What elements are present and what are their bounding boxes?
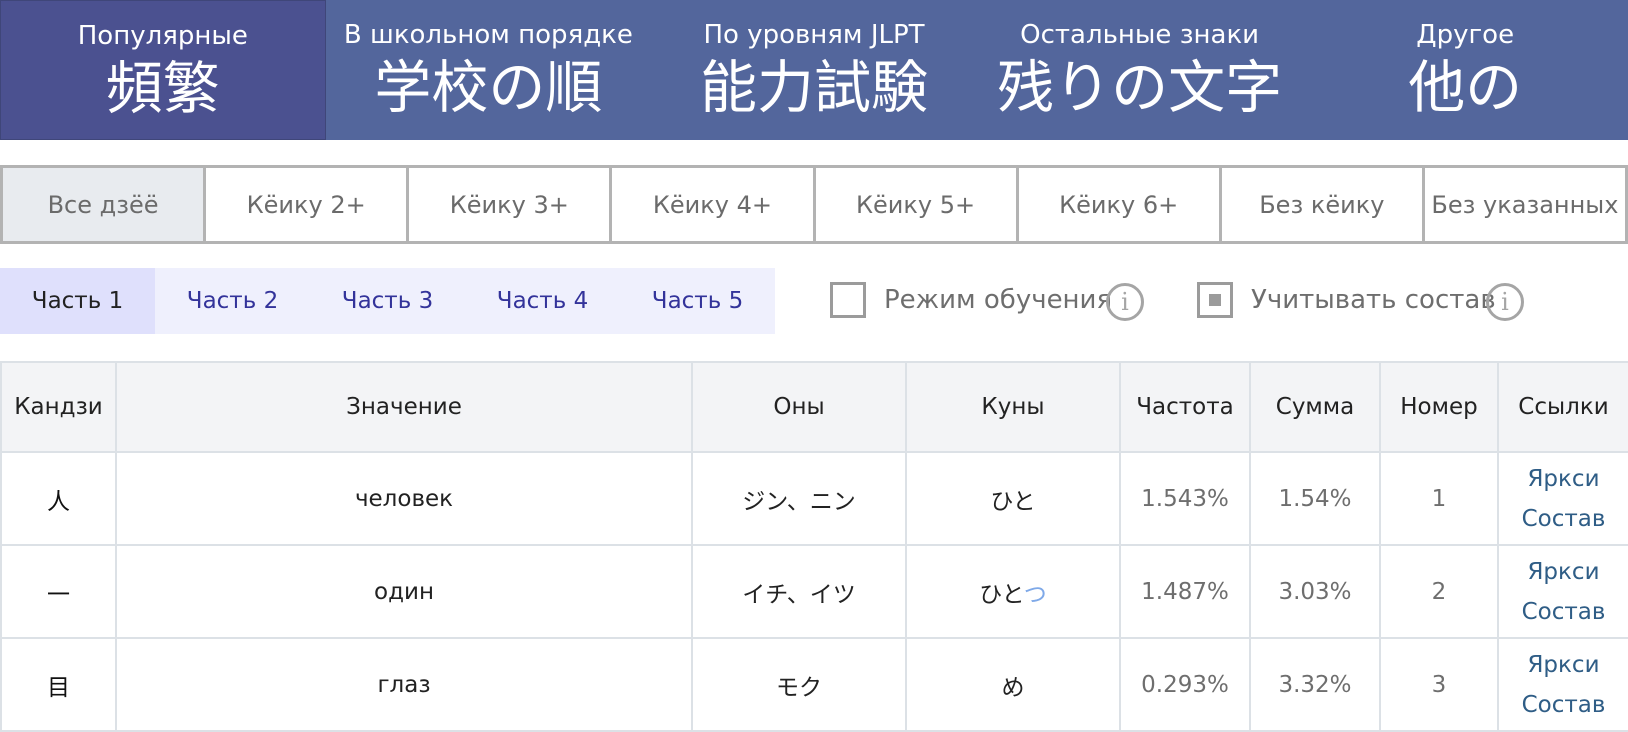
on-reading-cell: ジン、ニン xyxy=(691,451,907,546)
part-tab-2[interactable]: Часть 2 xyxy=(155,268,310,334)
nav-tab-popular[interactable]: Популярные 頻繁 xyxy=(0,0,326,140)
part-tabs: Часть 1 Часть 2 Часть 3 Часть 4 Часть 5 xyxy=(0,268,775,334)
grade-filter-kyoiku-3[interactable]: Кёику 3+ xyxy=(409,165,613,244)
info-icon[interactable]: i xyxy=(1486,283,1524,321)
nav-tab-remaining[interactable]: Остальные знаки 残りの文字 xyxy=(977,0,1303,140)
grade-filter-all-joyo[interactable]: Все дзёё xyxy=(0,165,207,244)
sum-cell: 3.03% xyxy=(1249,544,1381,639)
yarxi-link[interactable]: Яркси xyxy=(1499,459,1628,499)
header-links[interactable]: Ссылки xyxy=(1497,361,1628,453)
sum-cell: 3.32% xyxy=(1249,637,1381,732)
nav-tab-jlpt[interactable]: По уровням JLPT 能力試験 xyxy=(651,0,977,140)
kun-reading: め xyxy=(1001,674,1025,701)
composition-link[interactable]: Состав xyxy=(1499,499,1628,539)
learning-mode-checkbox[interactable] xyxy=(830,282,866,318)
part-tab-1[interactable]: Часть 1 xyxy=(0,268,155,334)
nav-tab-school-order[interactable]: В школьном порядке 学校の順 xyxy=(326,0,652,140)
info-icon[interactable]: i xyxy=(1106,283,1144,321)
header-on[interactable]: Оны xyxy=(691,361,907,453)
table-row: 目 глаз モク め 0.293% 3.32% 3 Яркси Состав xyxy=(0,637,1628,732)
grade-filter-no-kyoiku[interactable]: Без кёику xyxy=(1221,165,1425,244)
learning-mode-toggle[interactable]: Режим обучения xyxy=(830,282,1112,318)
nav-tab-kanji-title: 学校の順 xyxy=(374,55,603,121)
grade-filter-unspecified[interactable]: Без указанных xyxy=(1424,165,1628,244)
kanji-cell: 一 xyxy=(0,544,117,639)
header-kun[interactable]: Куны xyxy=(905,361,1121,453)
header-sum[interactable]: Сумма xyxy=(1249,361,1381,453)
on-reading-cell: モク xyxy=(691,637,907,732)
consider-composition-label: Учитывать состав xyxy=(1251,285,1496,315)
table-row: 一 один イチ、イツ ひとつ 1.487% 3.03% 2 Яркси Со… xyxy=(0,544,1628,639)
header-meaning[interactable]: Значение xyxy=(115,361,693,453)
grade-filter-kyoiku-5[interactable]: Кёику 5+ xyxy=(815,165,1019,244)
nav-tab-subtitle: Популярные xyxy=(77,21,248,51)
yarxi-link[interactable]: Яркси xyxy=(1499,552,1628,592)
nav-tab-kanji-title: 頻繁 xyxy=(105,56,220,122)
on-reading-cell: イチ、イツ xyxy=(691,544,907,639)
kun-reading-cell: ひと xyxy=(905,451,1121,546)
yarxi-link[interactable]: Яркси xyxy=(1499,645,1628,685)
meaning-cell: глаз xyxy=(115,637,693,732)
kun-reading-cell: め xyxy=(905,637,1121,732)
nav-tab-subtitle: В школьном порядке xyxy=(343,20,633,50)
learning-mode-label: Режим обучения xyxy=(884,285,1113,315)
kanji-table: Кандзи Значение Оны Куны Частота Сумма Н… xyxy=(0,361,1628,732)
links-cell: Яркси Состав xyxy=(1497,637,1628,732)
table-header-row: Кандзи Значение Оны Куны Частота Сумма Н… xyxy=(0,361,1628,453)
number-cell: 1 xyxy=(1379,451,1499,546)
header-kanji[interactable]: Кандзи xyxy=(0,361,117,453)
grade-filter-kyoiku-6[interactable]: Кёику 6+ xyxy=(1018,165,1222,244)
nav-tab-kanji-title: 能力試験 xyxy=(700,55,928,121)
kun-reading: ひと xyxy=(990,488,1036,515)
header-number[interactable]: Номер xyxy=(1379,361,1499,453)
frequency-cell: 1.487% xyxy=(1119,544,1251,639)
table-row: 人 человек ジン、ニン ひと 1.543% 1.54% 1 Яркси … xyxy=(0,451,1628,546)
composition-link[interactable]: Состав xyxy=(1499,685,1628,725)
kun-okurigana: つ xyxy=(1023,581,1047,608)
part-tab-3[interactable]: Часть 3 xyxy=(310,268,465,334)
frequency-cell: 0.293% xyxy=(1119,637,1251,732)
number-cell: 2 xyxy=(1379,544,1499,639)
grade-filter-kyoiku-2[interactable]: Кёику 2+ xyxy=(206,165,410,244)
kanji-cell: 人 xyxy=(0,451,117,546)
nav-tab-kanji-title: 残りの文字 xyxy=(997,55,1283,121)
meaning-cell: один xyxy=(115,544,693,639)
nav-tab-subtitle: Остальные знаки xyxy=(1020,20,1260,50)
frequency-cell: 1.543% xyxy=(1119,451,1251,546)
links-cell: Яркси Состав xyxy=(1497,544,1628,639)
top-navigation: Популярные 頻繁 В школьном порядке 学校の順 По… xyxy=(0,0,1628,140)
consider-composition-toggle[interactable]: Учитывать состав xyxy=(1197,282,1496,318)
kanji-cell: 目 xyxy=(0,637,117,732)
composition-link[interactable]: Состав xyxy=(1499,592,1628,632)
header-frequency[interactable]: Частота xyxy=(1119,361,1251,453)
nav-tab-subtitle: По уровням JLPT xyxy=(703,20,925,50)
nav-tab-subtitle: Другое xyxy=(1416,20,1515,50)
part-tab-4[interactable]: Часть 4 xyxy=(465,268,620,334)
kun-reading: ひと xyxy=(979,581,1024,608)
consider-composition-checkbox[interactable] xyxy=(1197,282,1233,318)
sum-cell: 1.54% xyxy=(1249,451,1381,546)
number-cell: 3 xyxy=(1379,637,1499,732)
kun-reading-cell: ひとつ xyxy=(905,544,1121,639)
meaning-cell: человек xyxy=(115,451,693,546)
links-cell: Яркси Состав xyxy=(1497,451,1628,546)
nav-tab-other[interactable]: Другое 他の xyxy=(1302,0,1628,140)
grade-filter-kyoiku-4[interactable]: Кёику 4+ xyxy=(612,165,816,244)
nav-tab-kanji-title: 他の xyxy=(1408,55,1523,121)
grade-filter-bar: Все дзёё Кёику 2+ Кёику 3+ Кёику 4+ Кёик… xyxy=(0,165,1628,244)
part-tab-5[interactable]: Часть 5 xyxy=(620,268,775,334)
